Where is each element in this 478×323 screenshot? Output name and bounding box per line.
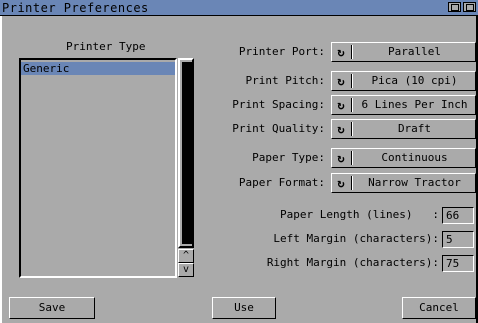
paper-length-field[interactable]: 66 (442, 207, 474, 224)
paper-format-label: Paper Format: (238, 176, 325, 189)
paper-format-value: Narrow Tractor (368, 176, 461, 189)
cycle-icon: ↻ (337, 151, 345, 165)
cycle-icon: ↻ (337, 74, 345, 88)
paper-type-label: Paper Type: (252, 151, 325, 164)
print-quality-cycle[interactable]: ↻ Draft (331, 119, 476, 139)
right-margin-label: Right Margin (characters): (266, 256, 439, 269)
title-bar[interactable]: Printer Preferences (0, 0, 478, 16)
left-margin-label: Left Margin (characters): (273, 232, 439, 245)
cycle-separator (351, 151, 352, 165)
cycle-separator (351, 74, 352, 88)
scroll-down-icon[interactable]: v (178, 263, 194, 277)
print-spacing-cycle[interactable]: ↻ 6 Lines Per Inch (331, 95, 476, 115)
scroll-up-icon[interactable]: ^ (178, 249, 194, 263)
window-border-left (0, 16, 2, 323)
cycle-icon: ↻ (337, 176, 345, 190)
print-spacing-label: Print Spacing: (232, 98, 325, 111)
print-pitch-label: Print Pitch: (245, 74, 325, 87)
right-margin-field[interactable]: 75 (442, 255, 474, 272)
zoom-gadget-icon[interactable] (448, 2, 461, 12)
printer-port-value: Parallel (388, 45, 441, 58)
printer-type-list[interactable]: Generic (19, 58, 177, 278)
printer-port-cycle[interactable]: ↻ Parallel (331, 42, 476, 62)
save-button[interactable]: Save (9, 297, 95, 319)
depth-gadget-icon[interactable] (463, 2, 476, 12)
cycle-icon: ↻ (337, 98, 345, 112)
cycle-icon: ↻ (337, 122, 345, 136)
left-margin-field[interactable]: 5 (442, 231, 474, 248)
paper-length-label: Paper Length (lines) : (280, 208, 439, 221)
print-spacing-value: 6 Lines Per Inch (361, 98, 468, 111)
print-pitch-cycle[interactable]: ↻ Pica (10 cpi) (331, 71, 476, 91)
printer-port-label: Printer Port: (238, 45, 325, 58)
cycle-separator (351, 98, 352, 112)
paper-type-value: Continuous (381, 151, 448, 164)
cycle-separator (351, 176, 352, 190)
print-pitch-value: Pica (10 cpi) (371, 74, 458, 87)
window-title: Printer Preferences (2, 1, 149, 15)
paper-format-cycle[interactable]: ↻ Narrow Tractor (331, 173, 476, 193)
use-button[interactable]: Use (212, 297, 276, 319)
print-quality-value: Draft (397, 122, 432, 135)
print-quality-label: Print Quality: (232, 122, 325, 135)
paper-type-cycle[interactable]: ↻ Continuous (331, 148, 476, 168)
cycle-separator (351, 45, 352, 59)
cycle-icon: ↻ (337, 45, 345, 59)
cancel-button[interactable]: Cancel (402, 297, 476, 319)
cycle-separator (351, 122, 352, 136)
